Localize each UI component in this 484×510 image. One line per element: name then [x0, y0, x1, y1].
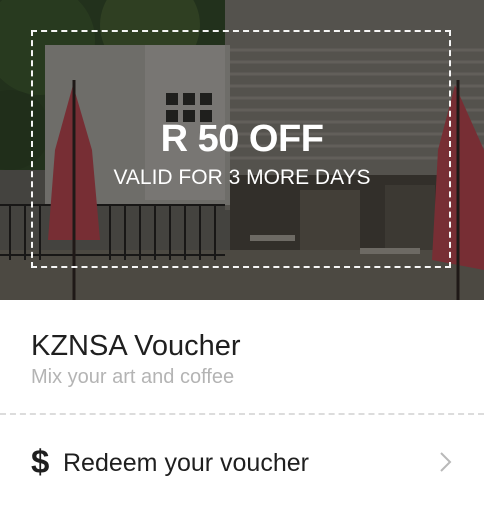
- voucher-card: R 50 OFF VALID FOR 3 MORE DAYS KZNSA Vou…: [0, 0, 484, 510]
- redeem-voucher-button[interactable]: $ Redeem your voucher: [0, 415, 484, 510]
- voucher-subtitle: Mix your art and coffee: [31, 366, 235, 388]
- offer-amount: R 50 OFF: [160, 118, 324, 160]
- dollar-icon: $: [31, 443, 50, 480]
- chevron-right-icon: [440, 452, 452, 472]
- offer-validity: VALID FOR 3 MORE DAYS: [113, 166, 371, 189]
- voucher-title: KZNSA Voucher: [31, 330, 241, 362]
- voucher-hero-image: R 50 OFF VALID FOR 3 MORE DAYS: [0, 0, 484, 300]
- redeem-label: Redeem your voucher: [63, 449, 309, 477]
